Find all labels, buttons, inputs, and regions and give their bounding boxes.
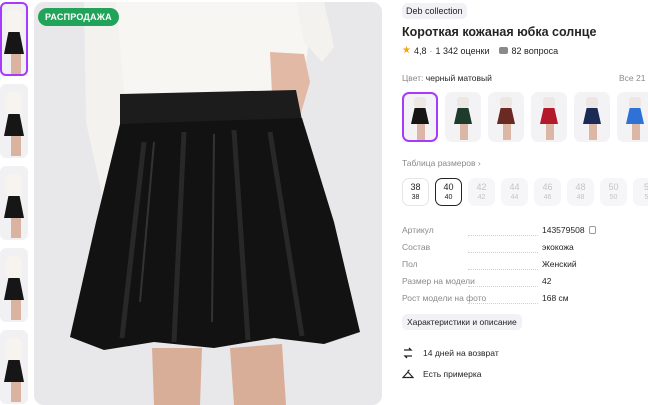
size-eu: 46	[543, 194, 552, 201]
size-ru: 42	[476, 182, 487, 192]
size-ru: 50	[608, 182, 619, 192]
size-eu: 42	[477, 194, 486, 201]
size-eu: 40	[444, 194, 453, 201]
spec-key: Размер на модели	[402, 276, 475, 286]
thumbnail-4[interactable]	[0, 248, 28, 322]
product-title: Короткая кожаная юбка солнце	[402, 25, 597, 39]
size-chip[interactable]: 44 44	[501, 178, 528, 206]
spec-row: Состав экокожа	[402, 242, 648, 256]
color-swatch[interactable]	[617, 92, 648, 142]
spec-row: Артикул 143579508	[402, 225, 648, 239]
size-eu: 5	[644, 194, 648, 201]
color-swatch[interactable]	[445, 92, 481, 142]
chevron-right-icon: ›	[477, 158, 481, 168]
thumbnail-1[interactable]	[0, 2, 28, 76]
brand-link[interactable]: Deb collection	[402, 3, 467, 19]
skirt-photo	[34, 2, 382, 405]
rating-value[interactable]: 4,8	[414, 46, 427, 56]
size-ru: 38	[410, 182, 421, 192]
fitting-info: Есть примерка	[402, 366, 482, 382]
size-eu: 38	[411, 194, 420, 201]
size-eu: 50	[609, 194, 618, 201]
size-ru: 48	[575, 182, 586, 192]
product-info: Deb collection Короткая кожаная юбка сол…	[402, 0, 648, 405]
rating-row: ★ 4,8 · 1 342 оценки 82 вопроса	[402, 45, 558, 56]
color-swatch[interactable]	[574, 92, 610, 142]
size-chip[interactable]: 42 42	[468, 178, 495, 206]
main-product-image[interactable]: РАСПРОДАЖА	[34, 2, 382, 405]
questions-count[interactable]: 82 вопроса	[512, 46, 559, 56]
spec-value-text: 143579508	[542, 225, 585, 235]
size-table-label: Таблица размеров	[402, 158, 476, 168]
thumbnail-3[interactable]	[0, 166, 28, 240]
sale-badge: РАСПРОДАЖА	[38, 8, 119, 26]
hanger-icon	[402, 369, 414, 379]
separator-dot: ·	[429, 45, 433, 56]
size-chip[interactable]: 46 46	[534, 178, 561, 206]
characteristics-button[interactable]: Характеристики и описание	[402, 314, 522, 330]
star-icon: ★	[402, 45, 411, 56]
spec-value: Женский	[542, 259, 577, 269]
size-ru: 40	[443, 182, 454, 192]
spec-key: Артикул	[402, 225, 434, 235]
spec-value-text: 42	[542, 276, 552, 286]
color-label: Цвет: черный матовый	[402, 73, 492, 83]
thumbnail-strip	[0, 0, 30, 405]
all-colors-link[interactable]: Все 21	[619, 73, 645, 83]
copy-icon[interactable]	[588, 226, 596, 234]
color-value: черный матовый	[425, 73, 492, 83]
spec-leader	[468, 269, 538, 270]
return-arrows-icon	[403, 347, 413, 359]
spec-row: Размер на модели 42	[402, 276, 648, 290]
size-chip[interactable]: 50 50	[600, 178, 627, 206]
spec-key: Рост модели на фото	[402, 293, 487, 303]
spec-value-text: экокожа	[542, 242, 574, 252]
spec-leader	[468, 235, 538, 236]
size-ru: 46	[542, 182, 553, 192]
spec-key: Пол	[402, 259, 418, 269]
color-swatch[interactable]	[402, 92, 438, 142]
color-label-key: Цвет:	[402, 73, 424, 83]
questions-icon	[498, 47, 508, 54]
size-table-link[interactable]: Таблица размеров ›	[402, 158, 481, 168]
size-ru: 5	[643, 182, 648, 192]
reviews-count[interactable]: 1 342 оценки	[435, 46, 489, 56]
color-swatch[interactable]	[488, 92, 524, 142]
spec-value: 168 см	[542, 293, 569, 303]
size-eu: 48	[576, 194, 585, 201]
return-info: 14 дней на возврат	[402, 345, 499, 361]
spec-row: Рост модели на фото 168 см	[402, 293, 648, 307]
spec-value-text: Женский	[542, 259, 577, 269]
spec-value: экокожа	[542, 242, 574, 252]
spec-value-text: 168 см	[542, 293, 569, 303]
spec-leader	[468, 252, 538, 253]
spec-row: Пол Женский	[402, 259, 648, 273]
spec-leader	[468, 286, 538, 287]
thumbnail-2[interactable]	[0, 84, 28, 158]
size-chip[interactable]: 55	[633, 178, 648, 206]
spec-value: 42	[542, 276, 551, 286]
return-text: 14 дней на возврат	[423, 348, 499, 358]
thumbnail-5[interactable]	[0, 330, 28, 404]
color-swatch[interactable]	[531, 92, 567, 142]
size-eu: 44	[510, 194, 519, 201]
size-chip[interactable]: 48 48	[567, 178, 594, 206]
spec-key: Состав	[402, 242, 431, 252]
size-chip[interactable]: 40 40	[435, 178, 462, 206]
fitting-text: Есть примерка	[423, 369, 482, 379]
spec-value[interactable]: 143579508	[542, 225, 596, 235]
spec-leader	[468, 303, 538, 304]
size-chip[interactable]: 38 38	[402, 178, 429, 206]
size-ru: 44	[509, 182, 520, 192]
